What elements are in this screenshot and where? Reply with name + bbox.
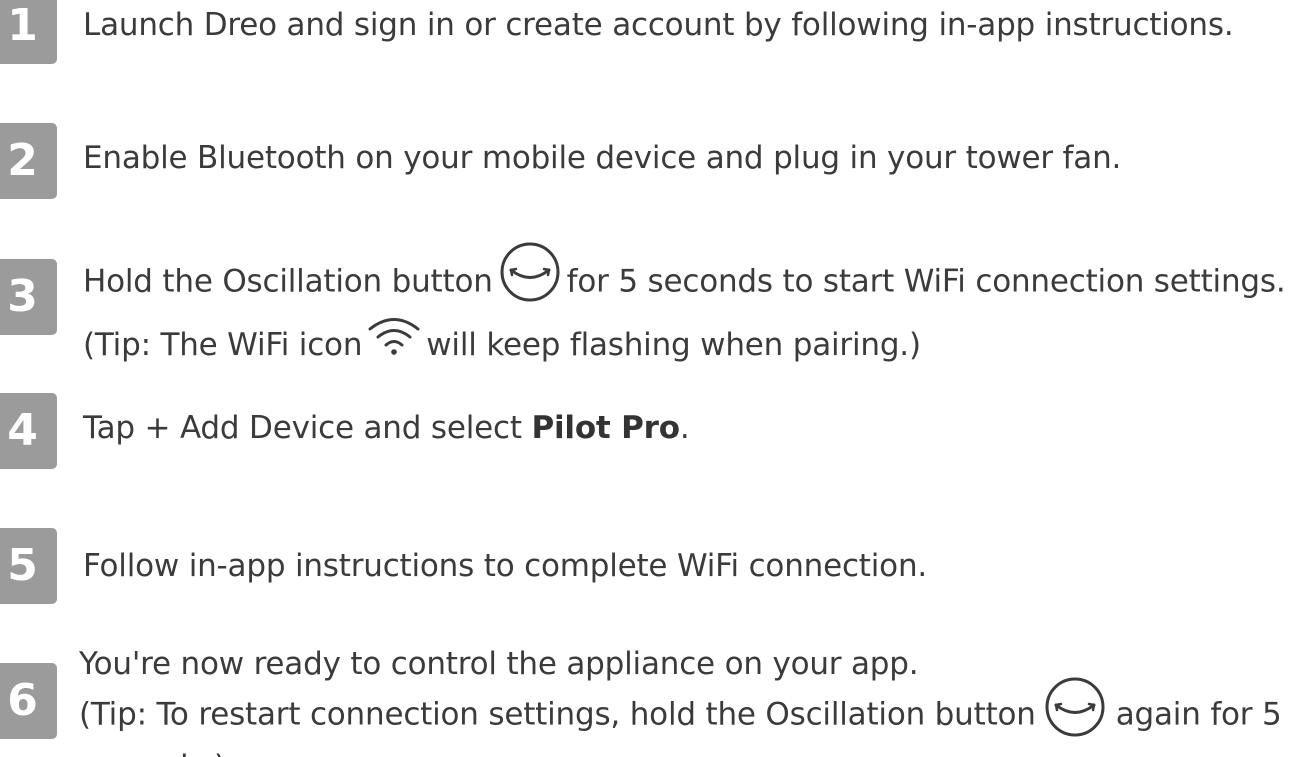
step-line: Launch Dreo and sign in or create accoun… [83, 7, 1234, 43]
step-line: (Tip: The WiFi icon will keep flashing wh… [83, 316, 1285, 372]
step-number-badge: 6 [0, 663, 57, 739]
step-line: Hold the Oscillation button for 5 seconds… [83, 242, 1286, 319]
step-line-segment: (Tip: The WiFi icon [83, 327, 363, 363]
step-text: Follow in-app instructions to complete W… [83, 546, 927, 586]
product-name: Pilot Pro [531, 410, 680, 446]
step-number-badge: 4 [0, 393, 57, 469]
step-line: Enable Bluetooth on your mobile device a… [83, 140, 1122, 176]
oscillation-icon [499, 241, 561, 319]
step-line: seconds.) [79, 748, 1282, 757]
step-line: (Tip: To restart connection settings, ho… [79, 677, 1282, 748]
step-line-segment: (Tip: To restart connection settings, ho… [79, 696, 1036, 733]
step-line-segment: for 5 seconds to start WiFi connection s… [566, 263, 1286, 300]
step-text: Enable Bluetooth on your mobile device a… [83, 138, 1121, 178]
step-line-segment: . [679, 410, 690, 446]
step-line: Follow in-app instructions to complete W… [83, 548, 928, 584]
step-text: Launch Dreo and sign in or create accoun… [83, 5, 1234, 45]
step-number-badge: 1 [0, 0, 57, 64]
step-text: Hold the Oscillation button for 5 seconds… [83, 242, 1286, 372]
step-text: You're now ready to control the applianc… [79, 645, 1282, 757]
step-number-badge: 3 [0, 259, 57, 335]
step-line-segment: again for 5 [1115, 696, 1282, 733]
wifi-icon [366, 316, 422, 372]
step-line-segment: Hold the Oscillation button [83, 263, 493, 300]
oscillation-icon [1044, 676, 1106, 748]
step-line: Tap + Add Device and select Pilot Pro. [83, 408, 690, 448]
step-number-badge: 2 [0, 123, 57, 199]
step-line-segment: will keep flashing when pairing.) [426, 327, 921, 363]
step-line-segment: Tap + Add Device and select [83, 410, 532, 446]
step-text: Tap + Add Device and select Pilot Pro. [83, 408, 690, 448]
step-number-badge: 5 [0, 528, 57, 604]
